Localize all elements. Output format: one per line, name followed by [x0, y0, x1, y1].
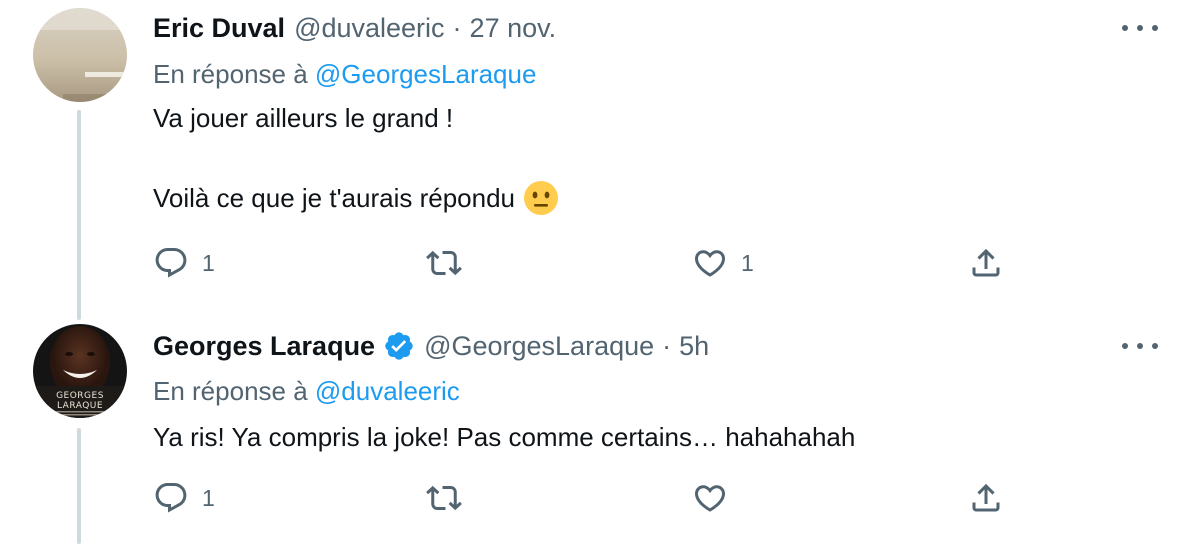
neutral-face-icon [523, 180, 559, 216]
reply-prefix: En réponse à [153, 376, 308, 406]
display-name[interactable]: Eric Duval [153, 12, 285, 44]
avatar[interactable] [33, 8, 127, 102]
tweet-text-line: Voilà ce que je t'aurais répondu [153, 183, 515, 213]
dot-icon [1152, 343, 1158, 349]
like-button[interactable] [692, 478, 728, 518]
timestamp[interactable]: 5h [679, 330, 709, 362]
separator-dot: · [452, 13, 462, 43]
handle[interactable]: @GeorgesLaraque [424, 330, 654, 362]
share-icon [972, 483, 1000, 512]
reply-count: 1 [202, 484, 215, 511]
reply-count: 1 [202, 249, 215, 276]
reply-icon [155, 483, 187, 513]
avatar[interactable]: GEORGES LARAQUE [33, 324, 127, 418]
svg-text:GEORGES: GEORGES [56, 391, 104, 401]
tweet-text-line: Va jouer ailleurs le grand ! [153, 103, 454, 133]
retweet-icon [426, 485, 462, 511]
retweet-button[interactable] [426, 478, 462, 518]
reply-button[interactable]: 1 [153, 243, 215, 283]
share-icon [972, 248, 1000, 277]
svg-text:LARAQUE: LARAQUE [57, 401, 103, 411]
separator-dot: · [662, 331, 672, 361]
dot-icon [1137, 343, 1143, 349]
reply-to-mention-link[interactable]: @GeorgesLaraque [315, 59, 537, 89]
tweet-header: Eric Duval @duvaleeric · 27 nov. [153, 12, 556, 44]
reply-prefix: En réponse à [153, 59, 308, 89]
heart-icon [694, 485, 726, 512]
share-button[interactable] [968, 478, 1004, 518]
reply-to-mention-link[interactable]: @duvaleeric [315, 376, 460, 406]
reply-icon [155, 248, 187, 278]
tweet-actions-bar: 1 1 [153, 243, 1013, 283]
dot-icon [1137, 25, 1143, 31]
like-button[interactable]: 1 [692, 243, 754, 283]
dot-icon [1122, 343, 1128, 349]
tweet-text-line-with-emoji: Voilà ce que je t'aurais répondu [153, 180, 559, 216]
heart-icon [694, 250, 726, 277]
more-options-button[interactable] [1122, 336, 1158, 356]
reply-context: En réponse à @duvaleeric [153, 375, 460, 407]
retweet-icon [426, 250, 462, 276]
handle[interactable]: @duvaleeric [294, 12, 444, 44]
tweet-eric-duval[interactable]: Eric Duval @duvaleeric · 27 nov. En répo… [0, 0, 1202, 310]
display-name[interactable]: Georges Laraque [153, 330, 375, 362]
reply-context: En réponse à @GeorgesLaraque [153, 58, 536, 90]
verified-badge-icon [383, 330, 415, 362]
share-button[interactable] [968, 243, 1004, 283]
tweet-header: Georges Laraque @GeorgesLaraque · 5h [153, 330, 709, 362]
like-count: 1 [741, 249, 754, 276]
timestamp[interactable]: 27 nov. [470, 12, 557, 44]
tweet-georges-laraque[interactable]: GEORGES LARAQUE Georges Laraque @Georges… [0, 318, 1202, 544]
more-options-button[interactable] [1122, 18, 1158, 38]
reply-button[interactable]: 1 [153, 478, 215, 518]
tweet-text-line: Ya ris! Ya compris la joke! Pas comme ce… [153, 422, 856, 452]
tweet-actions-bar: 1 [153, 478, 1013, 518]
dot-icon [1122, 25, 1128, 31]
dot-icon [1152, 25, 1158, 31]
retweet-button[interactable] [426, 243, 462, 283]
